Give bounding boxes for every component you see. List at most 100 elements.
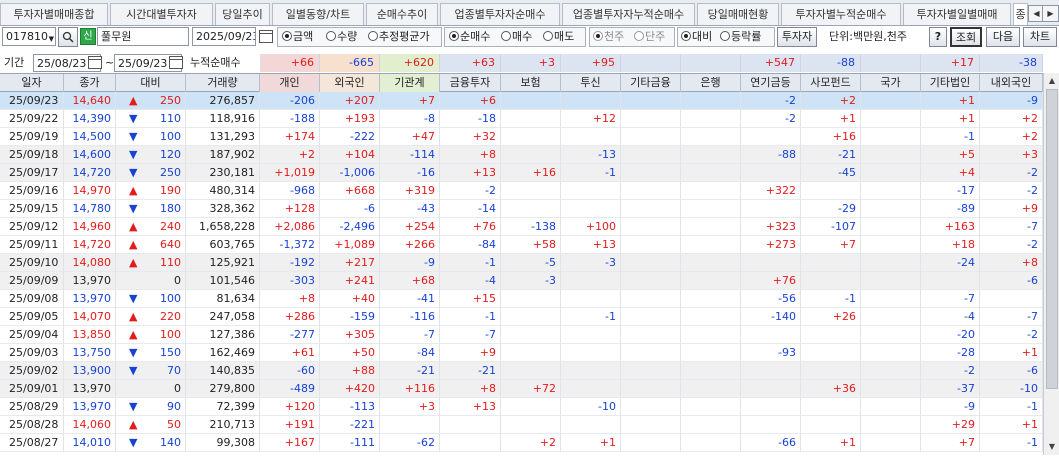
investor-value-cell <box>621 290 681 308</box>
table-row[interactable]: 25/09/23 14,640 ▲ 250 276,857 -206 +207 +7 +6 -2 +… <box>0 92 1043 110</box>
column-header[interactable]: 개인 <box>260 74 320 92</box>
column-header[interactable]: 금융투자 <box>440 74 501 92</box>
table-row[interactable]: 25/09/10 14,080 ▲ 110 125,921 -192 +217 -9 -1 -5-… <box>0 254 1043 272</box>
table-row[interactable]: 25/09/18 14,600 ▼ 120 187,902 +2 +104 -114 +8 -13… <box>0 146 1043 164</box>
table-row[interactable]: 25/09/02 13,900 ▼ 70 140,835 -60 +88 -21 -21 -2 -6 <box>0 362 1043 380</box>
summary-cell: +3 <box>501 54 561 72</box>
investor-value-cell: +13 <box>440 164 501 182</box>
vertical-scrollbar[interactable]: ▲ ▼ <box>1043 73 1059 455</box>
investor-button[interactable]: 투자자 <box>777 27 817 47</box>
table-row[interactable]: 25/09/04 13,850 ▲ 100 127,386 -277 +305 -7 -7 -20… <box>0 326 1043 344</box>
radio-net-buy[interactable]: 순매수 <box>449 28 490 46</box>
tab-2[interactable]: 당일추이 <box>215 3 270 25</box>
scroll-down-icon[interactable]: ▼ <box>1045 440 1059 454</box>
table-row[interactable]: 25/08/28 14,060 ▲ 50 210,713 +191 -221 +29 +1 <box>0 416 1043 434</box>
column-header[interactable]: 기관계 <box>380 74 440 92</box>
column-header[interactable]: 외국인 <box>320 74 380 92</box>
radio-avg-price[interactable]: 추정평균가 <box>368 28 430 46</box>
down-arrow-icon: ▼ <box>129 364 138 377</box>
help-button[interactable]: ? <box>929 27 947 47</box>
investor-value-cell <box>681 290 741 308</box>
data-grid[interactable]: 25/09/23 14,640 ▲ 250 276,857 -206 +207 +7 +6 -2 +… <box>0 92 1043 455</box>
column-header[interactable]: 연기금등 <box>741 74 801 92</box>
column-header[interactable]: 은행 <box>681 74 741 92</box>
tab-scroll-right-icon[interactable]: ▶ <box>1042 5 1059 22</box>
search-button[interactable] <box>58 27 78 47</box>
column-header[interactable]: 일자 <box>0 74 64 92</box>
investor-value-cell: -2 <box>921 362 980 380</box>
tab-6[interactable]: 업종별투자자누적순매수 <box>562 3 695 25</box>
close-price-cell: 14,720 <box>64 236 116 254</box>
column-header[interactable]: 보험 <box>501 74 561 92</box>
column-header[interactable]: 종가 <box>64 74 116 92</box>
table-row[interactable]: 25/09/17 14,720 ▼ 250 230,181 +1,019 -1,006 -16… <box>0 164 1043 182</box>
next-button[interactable]: 다음 <box>986 27 1020 47</box>
table-row[interactable]: 25/09/22 14,390 ▼ 110 118,916 -188 +193 -8 -18 +1… <box>0 110 1043 128</box>
calendar-from-icon[interactable] <box>88 56 102 69</box>
radio-change-rate[interactable]: 등락률 <box>720 28 761 46</box>
radio-amount[interactable]: 금액 <box>282 28 313 46</box>
tab-4[interactable]: 순매수추이 <box>366 3 438 25</box>
stock-name-field[interactable]: 풀무원 <box>97 27 189 46</box>
column-header[interactable]: 국가 <box>861 74 921 92</box>
column-header[interactable]: 사모펀드 <box>801 74 861 92</box>
table-row[interactable]: 25/08/29 13,970 ▼ 90 72,399 +120 -113 +3 +13 -10 -… <box>0 398 1043 416</box>
scroll-up-icon[interactable]: ▲ <box>1045 74 1059 88</box>
calendar-to-icon[interactable] <box>169 56 183 69</box>
column-header[interactable]: 거래량 <box>186 74 260 92</box>
investor-value-cell: +207 <box>320 92 380 110</box>
radio-single-shares[interactable]: 단주 <box>634 28 665 46</box>
column-header[interactable]: 대비 <box>116 74 186 92</box>
calendar-icon[interactable] <box>259 30 273 43</box>
dropdown-arrow-icon[interactable]: ▼ <box>49 31 54 45</box>
scroll-thumb[interactable] <box>1046 89 1058 389</box>
table-row[interactable]: 25/09/03 13,750 ▼ 150 162,469 +61 +50 -84 +9 -93 -… <box>0 344 1043 362</box>
radio-avg-price-label: 추정평균가 <box>379 30 430 43</box>
column-header[interactable]: 기타법인 <box>921 74 980 92</box>
chart-button[interactable]: 차트 <box>1023 27 1057 47</box>
investor-value-cell: +1,019 <box>260 164 320 182</box>
column-header[interactable]: 내외국인 <box>980 74 1043 92</box>
date-cell: 25/09/12 <box>0 218 64 236</box>
investor-value-cell <box>861 128 921 146</box>
down-arrow-icon: ▼ <box>129 166 138 179</box>
table-row[interactable]: 25/08/27 14,010 ▼ 140 99,308 +167 -111 -62 +2 +1-… <box>0 434 1043 452</box>
table-row[interactable]: 25/09/08 13,970 ▼ 100 81,634 +8 +40 -41 +15 -56 -1… <box>0 290 1043 308</box>
radio-quantity[interactable]: 수량 <box>326 28 357 46</box>
radio-compare[interactable]: 대비 <box>681 28 712 46</box>
column-header[interactable]: 기타금융 <box>621 74 681 92</box>
radio-sell[interactable]: 매도 <box>543 28 574 46</box>
query-button[interactable]: 조회 <box>950 27 982 47</box>
tab-9[interactable]: 투자자별일별매매 <box>903 3 1011 25</box>
investor-value-cell <box>801 362 861 380</box>
tab-8[interactable]: 투자자별누적순매수 <box>781 3 901 25</box>
table-row[interactable]: 25/09/12 14,960 ▲ 240 1,658,228 +2,086 -2,496 +… <box>0 218 1043 236</box>
tab-1[interactable]: 시간대별투자자 <box>110 3 213 25</box>
date-cell: 25/09/17 <box>0 164 64 182</box>
investor-value-cell: -62 <box>380 434 440 452</box>
tab-10[interactable]: 종 <box>1013 3 1028 25</box>
table-row[interactable]: 25/09/19 14,500 ▼ 100 131,293 +174 -222 +47 +32 +… <box>0 128 1043 146</box>
table-row[interactable]: 25/09/16 14,970 ▲ 190 480,314 -968 +668 +319 -2 +… <box>0 182 1043 200</box>
radio-thousand-shares[interactable]: 천주 <box>593 28 624 46</box>
column-header[interactable]: 투신 <box>561 74 621 92</box>
investor-value-cell: -7 <box>440 326 501 344</box>
table-row[interactable]: 25/09/11 14,720 ▲ 640 603,765 -1,372 +1,089 +26… <box>0 236 1043 254</box>
stock-code-input[interactable]: 017810 ▼ <box>2 27 56 46</box>
volume-cell: 140,835 <box>186 362 260 380</box>
summary-cell: +620 <box>380 54 440 72</box>
table-row[interactable]: 25/09/01 13,970 0 279,800 -489 +420 +116 +8 +72 +… <box>0 380 1043 398</box>
tab-0[interactable]: 투자자별매매종합 <box>0 3 108 25</box>
date-input[interactable]: 2025/09/23 <box>192 27 256 46</box>
investor-value-cell: +1 <box>980 344 1043 362</box>
investor-value-cell: +319 <box>380 182 440 200</box>
table-row[interactable]: 25/09/15 14,780 ▼ 180 328,362 +128 -6 -43 -14 -29… <box>0 200 1043 218</box>
radio-buy[interactable]: 매수 <box>501 28 532 46</box>
tab-7[interactable]: 당일매매현황 <box>697 3 779 25</box>
table-row[interactable]: 25/09/09 13,970 0 101,546 -303 +241 +68 -4 -3 +76… <box>0 272 1043 290</box>
down-arrow-icon: ▼ <box>129 436 138 449</box>
tab-3[interactable]: 일별동향/차트 <box>272 3 364 25</box>
investor-value-cell <box>741 164 801 182</box>
table-row[interactable]: 25/09/05 14,070 ▲ 220 247,058 +286 -159 -116 -1-… <box>0 308 1043 326</box>
tab-5[interactable]: 업종별투자자순매수 <box>440 3 560 25</box>
